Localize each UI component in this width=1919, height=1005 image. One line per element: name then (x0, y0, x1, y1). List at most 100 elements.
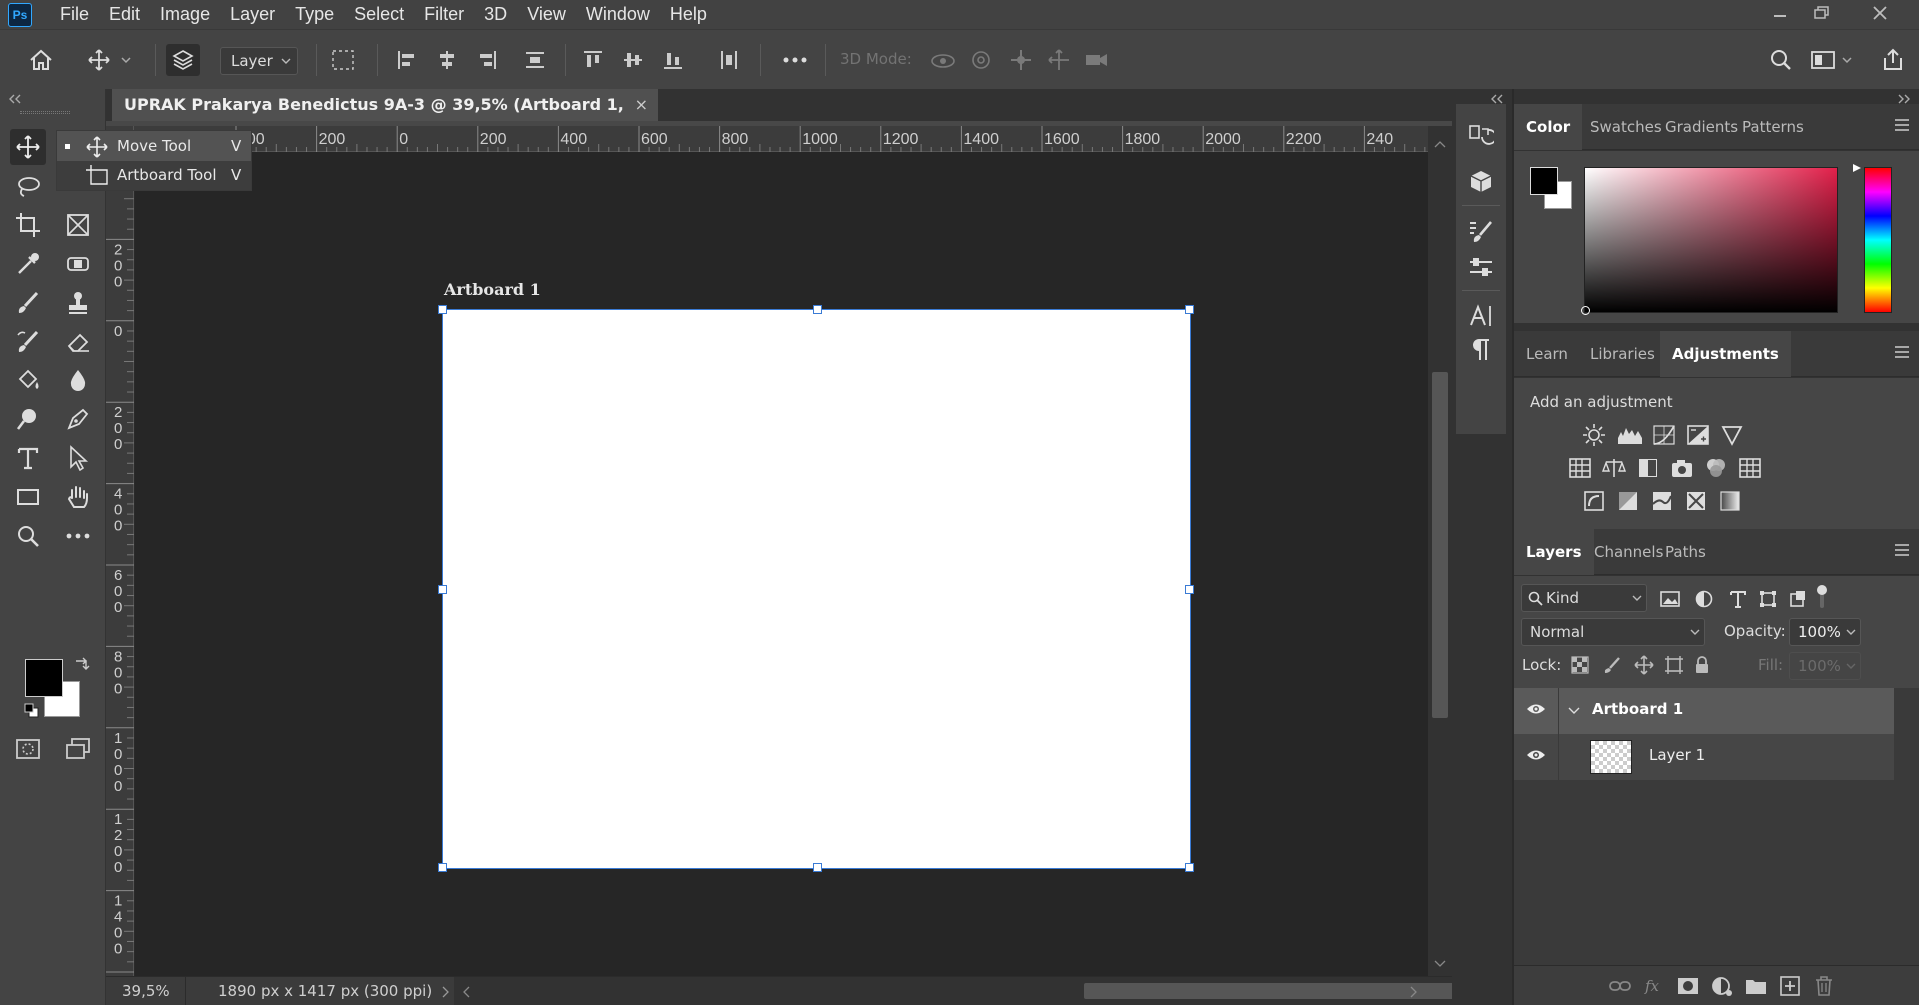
transform-handle[interactable] (1185, 305, 1194, 314)
paragraph-panel-button[interactable] (1463, 332, 1499, 368)
path-selection-tool[interactable] (60, 440, 96, 476)
tab-color[interactable]: Color (1514, 104, 1583, 150)
new-layer-button[interactable] (1776, 973, 1804, 999)
flyout-item-move-tool[interactable]: Move Tool V (57, 132, 251, 161)
horizontal-scroll-thumb[interactable] (1084, 983, 1482, 999)
history-brush-tool[interactable] (10, 324, 46, 360)
layer-row-layer-1[interactable]: Layer 1 (1514, 734, 1894, 780)
brush-settings-button[interactable] (1463, 214, 1499, 250)
scroll-up-icon[interactable] (1434, 140, 1446, 148)
menu-window[interactable]: Window (576, 0, 660, 29)
align-right-button[interactable] (472, 44, 502, 76)
screen-mode-button[interactable] (60, 731, 96, 767)
close-window-button[interactable] (1860, 0, 1900, 26)
menu-help[interactable]: Help (660, 0, 717, 29)
vertical-scroll-thumb[interactable] (1432, 372, 1448, 718)
menu-layer[interactable]: Layer (220, 0, 285, 29)
transform-handle[interactable] (1185, 863, 1194, 872)
character-panel-button[interactable] (1463, 298, 1499, 334)
align-top-button[interactable] (578, 44, 608, 76)
filter-adjustment-layers-button[interactable] (1690, 586, 1718, 612)
new-group-button[interactable] (1742, 973, 1770, 999)
3d-pan-button[interactable] (1006, 44, 1036, 76)
brush-tool[interactable] (10, 285, 46, 321)
align-bottom-button[interactable] (658, 44, 688, 76)
quick-mask-button[interactable] (10, 731, 46, 767)
distribute-vertical-button[interactable] (520, 44, 550, 76)
layer-filter-kind-dropdown[interactable]: Kind (1521, 584, 1647, 612)
panel-menu-icon[interactable] (1893, 118, 1911, 132)
chevron-down-icon[interactable] (1568, 707, 1580, 715)
visibility-eye-icon[interactable] (1526, 702, 1546, 716)
menu-view[interactable]: View (517, 0, 576, 29)
hand-tool[interactable] (60, 479, 96, 515)
add-mask-button[interactable] (1674, 973, 1702, 999)
align-left-button[interactable] (392, 44, 422, 76)
clone-stamp-tool[interactable] (60, 285, 96, 321)
transform-handle[interactable] (813, 305, 822, 314)
pen-tool[interactable] (60, 401, 96, 437)
channel-mixer-button[interactable] (1702, 455, 1730, 481)
blur-tool[interactable] (60, 362, 96, 398)
filter-shape-layers-button[interactable] (1754, 586, 1782, 612)
transform-handle[interactable] (438, 305, 447, 314)
menu-select[interactable]: Select (344, 0, 414, 29)
3d-panel-button[interactable] (1463, 164, 1499, 200)
layer-thumbnail[interactable] (1590, 740, 1632, 774)
panel-menu-icon[interactable] (1893, 345, 1911, 359)
tab-learn[interactable]: Learn (1514, 331, 1580, 377)
align-vertical-center-button[interactable] (618, 44, 648, 76)
opacity-field[interactable]: 100% (1789, 618, 1861, 646)
history-panel-button[interactable] (1463, 118, 1499, 154)
auto-select-target-dropdown[interactable]: Layer (220, 47, 298, 75)
layer-row-artboard[interactable]: Artboard 1 (1514, 688, 1894, 734)
scroll-right-icon[interactable] (1410, 986, 1418, 998)
delete-layer-button[interactable] (1810, 973, 1838, 999)
invert-button[interactable] (1580, 488, 1608, 514)
lock-all-button[interactable] (1688, 652, 1716, 678)
foreground-color-chip[interactable] (1530, 167, 1558, 195)
tab-patterns[interactable]: Patterns (1730, 104, 1816, 150)
hue-saturation-button[interactable] (1566, 455, 1594, 481)
filter-type-layers-button[interactable] (1724, 586, 1752, 612)
eyedropper-tool[interactable] (10, 246, 46, 282)
lock-image-pixels-button[interactable] (1598, 652, 1626, 678)
more-options-button[interactable] (778, 44, 812, 76)
menu-filter[interactable]: Filter (414, 0, 474, 29)
scroll-left-icon[interactable] (462, 986, 470, 998)
move-tool-preset-button[interactable] (86, 44, 136, 76)
artboard-canvas[interactable] (438, 305, 1194, 872)
swap-colors-icon[interactable] (73, 655, 91, 673)
vibrance-button[interactable] (1718, 422, 1746, 448)
distribute-horizontal-button[interactable] (714, 44, 744, 76)
lasso-tool[interactable] (10, 169, 46, 205)
new-adjustment-layer-button[interactable] (1708, 973, 1736, 999)
3d-roll-button[interactable] (966, 44, 996, 76)
frame-tool[interactable] (60, 207, 96, 243)
filter-toggle[interactable] (1808, 584, 1836, 610)
vertical-scrollbar[interactable] (1428, 126, 1452, 976)
add-layer-style-button[interactable]: fx (1640, 973, 1668, 999)
foreground-color-swatch[interactable] (25, 659, 63, 697)
zoom-tool[interactable] (10, 518, 46, 554)
home-button[interactable] (22, 44, 60, 76)
3d-slide-button[interactable] (1044, 44, 1074, 76)
tab-libraries[interactable]: Libraries (1578, 331, 1667, 377)
tab-adjustments[interactable]: Adjustments (1660, 331, 1791, 377)
expand-chevron-icon[interactable] (1490, 94, 1504, 104)
levels-button[interactable] (1616, 422, 1644, 448)
crop-tool[interactable] (10, 207, 46, 243)
align-horizontal-center-button[interactable] (432, 44, 462, 76)
filter-pixel-layers-button[interactable] (1656, 586, 1684, 612)
type-tool[interactable] (10, 440, 46, 476)
horizontal-scrollbar[interactable] (454, 977, 1482, 1005)
spot-healing-tool[interactable] (60, 246, 96, 282)
share-button[interactable] (1876, 44, 1910, 76)
hue-slider[interactable] (1864, 167, 1892, 313)
collapse-panels-icon[interactable] (1897, 94, 1911, 104)
black-white-button[interactable] (1634, 455, 1662, 481)
lock-position-button[interactable] (1630, 652, 1658, 678)
document-tab[interactable]: UPRAK Prakarya Benedictus 9A-3 @ 39,5% (… (112, 89, 658, 146)
collapse-chevron-icon[interactable] (8, 94, 22, 104)
minimize-button[interactable] (1760, 0, 1800, 26)
